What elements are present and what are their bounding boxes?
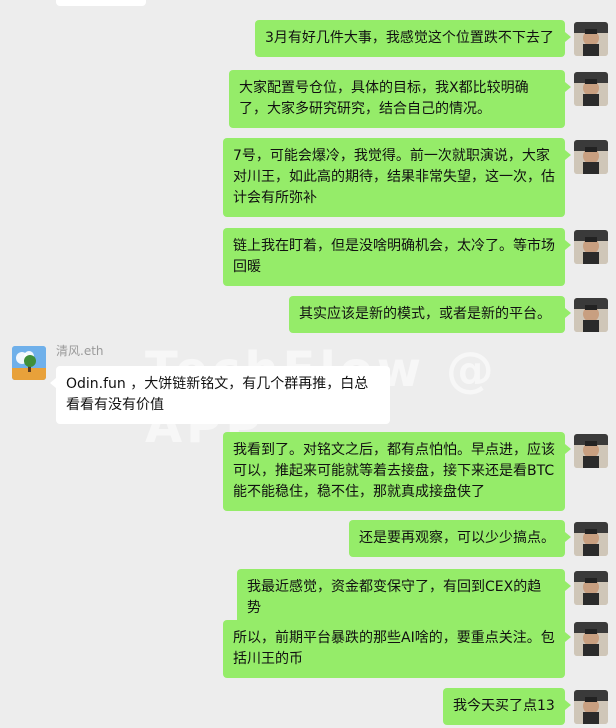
message-row-self: 还是要再观察，可以少少搞点。 [0,520,616,558]
message-bubble[interactable]: 其实应该是新的模式，或者是新的平台。 [289,296,571,333]
message-row-self: 我最近感觉，资金都变保守了，有回到CEX的趋势 [0,569,616,627]
user-avatar[interactable] [574,690,608,724]
avatar-portrait-icon [574,140,608,174]
avatar-portrait-icon [574,522,608,556]
message-row-self: 所以，前期平台暴跌的那些AI啥的，要重点关注。包括川王的币 [0,620,616,678]
user-avatar[interactable] [574,522,608,556]
avatar-portrait-icon [574,622,608,656]
avatar-portrait-icon [574,22,608,56]
avatar-portrait-icon [574,571,608,605]
user-avatar[interactable] [574,72,608,106]
message-row-self: 7号，可能会爆冷，我觉得。前一次就职演说，大家对川王，如此高的期待，结果非常失望… [0,138,616,217]
message-bubble[interactable]: 我最近感觉，资金都变保守了，有回到CEX的趋势 [237,569,571,627]
chat-area: TechFlow @ APP 3月有好几件大事，我感觉这个位置跌不下去了 大家配… [0,0,616,728]
user-avatar[interactable] [574,434,608,468]
avatar-portrait-icon [574,72,608,106]
contact-avatar[interactable] [12,346,46,380]
message-bubble[interactable]: 还是要再观察，可以少少搞点。 [349,520,571,557]
message-row-self: 3月有好几件大事，我感觉这个位置跌不下去了 [0,20,616,58]
message-bubble[interactable]: 3月有好几件大事，我感觉这个位置跌不下去了 [255,20,571,57]
avatar-portrait-icon [574,690,608,724]
avatar-portrait-icon [574,298,608,332]
message-bubble[interactable]: 链上我在盯着，但是没啥明确机会，太冷了。等市场回暖 [223,228,571,286]
user-avatar[interactable] [574,571,608,605]
message-row-self: 大家配置号仓位，具体的目标，我X都比较明确了，大家多研究研究，结合自己的情况。 [0,70,616,128]
message-bubble[interactable]: 我今天买了点13 [443,688,571,725]
avatar-portrait-icon [574,230,608,264]
message-row-other: 清风.eth Odin.fun ，大饼链新铭文，有几个群再推，白总看看有没有价值 [0,342,616,424]
landscape-avatar-icon [12,346,46,380]
previous-message-bubble[interactable] [56,0,146,6]
message-row-self: 我今天买了点13 [0,688,616,726]
message-bubble[interactable]: Odin.fun ，大饼链新铭文，有几个群再推，白总看看有没有价值 [50,366,390,424]
message-row-self: 链上我在盯着，但是没啥明确机会，太冷了。等市场回暖 [0,228,616,286]
user-avatar[interactable] [574,140,608,174]
user-avatar[interactable] [574,230,608,264]
message-bubble[interactable]: 所以，前期平台暴跌的那些AI啥的，要重点关注。包括川王的币 [223,620,571,678]
message-bubble[interactable]: 大家配置号仓位，具体的目标，我X都比较明确了，大家多研究研究，结合自己的情况。 [229,70,571,128]
message-bubble[interactable]: 我看到了。对铭文之后，都有点怕怕。早点进，应该可以，推起来可能就等着去接盘，接下… [223,432,571,511]
message-row-self: 其实应该是新的模式，或者是新的平台。 [0,296,616,334]
user-avatar[interactable] [574,22,608,56]
user-avatar[interactable] [574,622,608,656]
message-row-self: 我看到了。对铭文之后，都有点怕怕。早点进，应该可以，推起来可能就等着去接盘，接下… [0,432,616,511]
sender-name: 清风.eth [56,344,104,358]
message-bubble[interactable]: 7号，可能会爆冷，我觉得。前一次就职演说，大家对川王，如此高的期待，结果非常失望… [223,138,571,217]
avatar-portrait-icon [574,434,608,468]
user-avatar[interactable] [574,298,608,332]
